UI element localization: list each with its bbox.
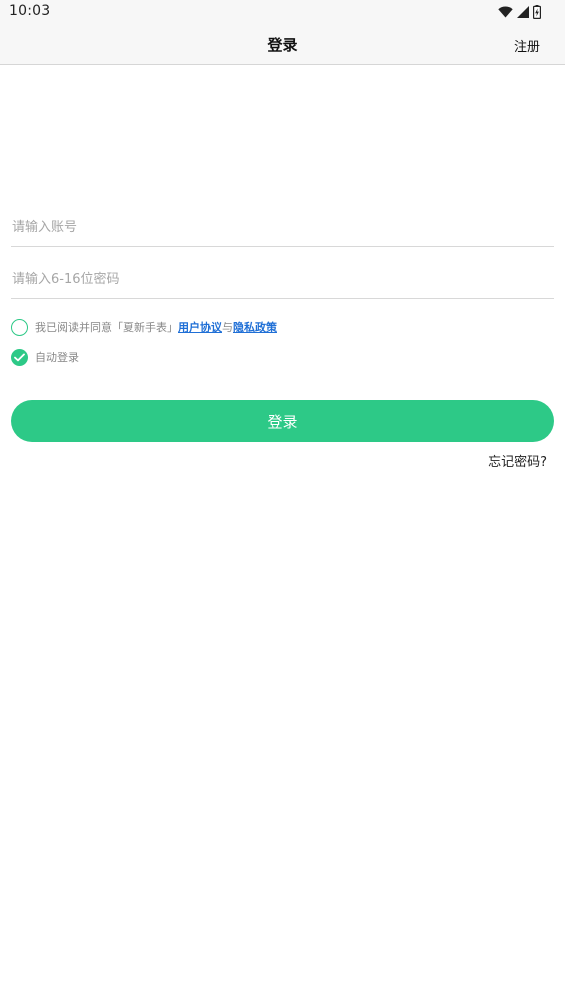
cell-signal-icon [517, 6, 529, 18]
agreement-checkbox[interactable] [11, 318, 28, 336]
wifi-icon [498, 6, 513, 18]
login-button[interactable]: 登录 [11, 400, 554, 442]
status-bar: 10:03 [0, 0, 565, 24]
forgot-password-link[interactable]: 忘记密码? [488, 451, 547, 470]
account-field [11, 208, 555, 247]
password-input[interactable] [11, 260, 555, 298]
agreement-text: 我已阅读并同意「夏新手表」 [35, 321, 178, 334]
status-icons [498, 4, 541, 20]
page-title: 登录 [267, 36, 298, 54]
privacy-policy-link[interactable]: 隐私政策 [233, 319, 277, 335]
auto-login-row: 自动登录 [11, 347, 79, 367]
register-button[interactable]: 注册 [514, 36, 540, 55]
auto-login-label: 自动登录 [35, 351, 79, 364]
user-agreement-link[interactable]: 用户协议 [178, 319, 222, 335]
check-icon [14, 353, 25, 361]
agreement-connector: 与 [222, 321, 233, 334]
nav-bar: 登录 注册 [0, 24, 565, 65]
agreement-row: 我已阅读并同意「夏新手表」 用户协议 与 隐私政策 [11, 317, 277, 337]
status-time: 10:03 [9, 3, 51, 19]
auto-login-checkbox[interactable] [11, 348, 28, 366]
account-input[interactable] [11, 208, 555, 246]
password-field [11, 260, 555, 299]
battery-icon [533, 5, 541, 19]
